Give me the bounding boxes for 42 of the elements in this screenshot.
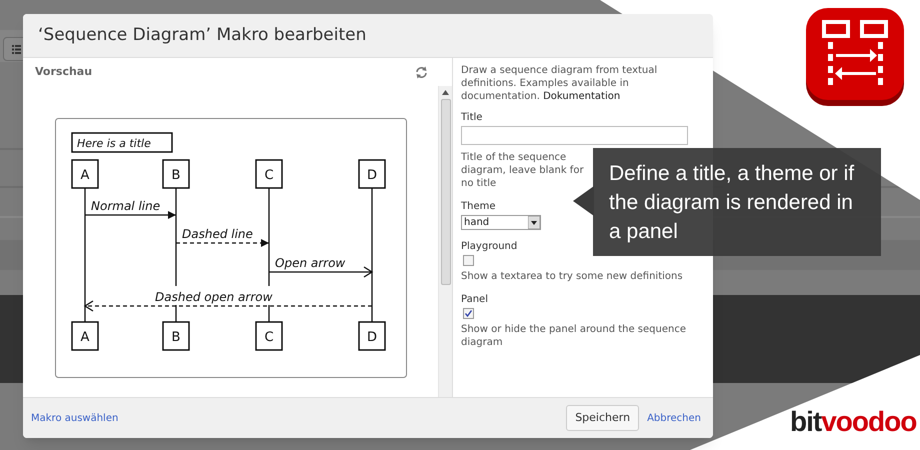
lifeline (175, 305, 177, 322)
field-label: Playground (461, 240, 518, 253)
message-label: Dashed line (182, 227, 253, 241)
field-label: Theme (461, 200, 496, 213)
save-button[interactable]: Speichern (566, 405, 640, 431)
checkbox[interactable] (463, 308, 474, 319)
field-hint: Show or hide the panel around the sequence diagram (461, 323, 687, 349)
cancel-link[interactable]: Abbrechen (647, 410, 701, 426)
participant-box: B (162, 159, 190, 189)
scroll-up-icon[interactable] (442, 90, 449, 95)
caret-icon (528, 216, 540, 229)
theme-dropdown[interactable]: hand (461, 215, 541, 230)
participant-box: A (71, 159, 99, 189)
participant-box: A (71, 321, 99, 351)
tooltip-pointer-icon (573, 186, 594, 216)
diagram-title-box: Here is a title (71, 132, 173, 153)
lifeline (268, 305, 270, 322)
field-label: Title (461, 111, 482, 124)
participant-box: D (358, 321, 386, 351)
participant-box: C (255, 321, 283, 351)
refresh-icon[interactable] (415, 66, 428, 78)
message-label: Normal line (91, 199, 160, 213)
checkbox[interactable] (463, 255, 474, 266)
message-label: Dashed open arrow (155, 290, 272, 304)
field-hint: Title of the sequence diagram, leave blank for no title (461, 151, 585, 190)
field-hint: Show a textarea to try some new definitions (461, 270, 684, 283)
list-icon (12, 44, 21, 54)
app-logo-icon (804, 8, 906, 108)
participant-box: B (162, 321, 190, 351)
title-input-field[interactable] (461, 126, 688, 145)
message-label: Open arrow (275, 256, 346, 270)
field-label: Panel (461, 293, 488, 306)
dialog-title: ‘Sequence Diagram’ Makro bearbeiten (38, 24, 366, 47)
participant-box: C (255, 159, 283, 189)
preview-heading: Vorschau (35, 64, 92, 80)
participant-box: D (358, 159, 386, 189)
description-text: Draw a sequence diagram from textual definitions. Examples available in documentation. Dokumentation (461, 64, 658, 103)
tooltip: Define a title, a theme or if the diagram is rendered in a panel (593, 148, 881, 256)
documentation-link[interactable]: Dokumentation (543, 91, 620, 102)
select-macro-link[interactable]: Makro auswählen (31, 410, 118, 426)
brand-logo: bitvoodoo (790, 408, 916, 436)
scrollbar[interactable] (438, 86, 452, 397)
